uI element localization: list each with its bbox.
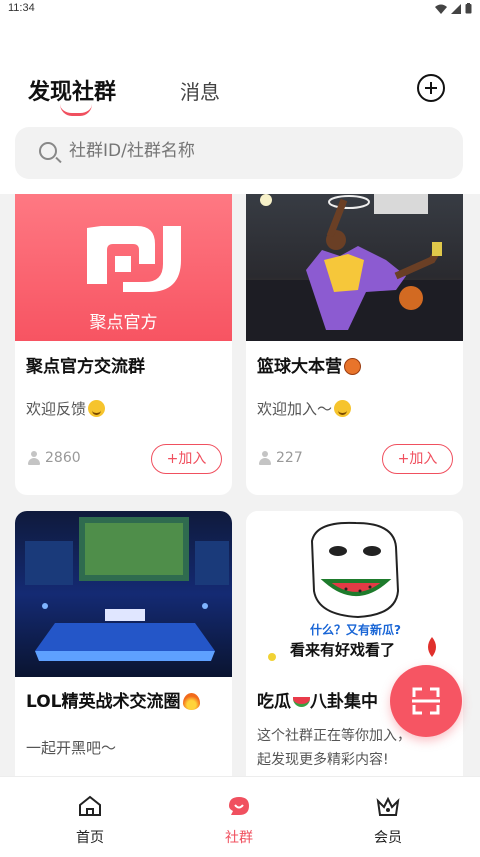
group-title: 聚点官方交流群: [26, 357, 145, 377]
group-desc-text: 欢迎加入～: [257, 400, 333, 418]
group-card-lol[interactable]: LOL精英战术交流圈 一起开黑吧～: [15, 511, 232, 776]
search-icon: [39, 142, 57, 160]
member-count: 227: [258, 450, 303, 466]
community-icon: [229, 797, 249, 815]
grinning-face-icon: [334, 400, 352, 417]
group-title-text: 篮球大本营: [257, 357, 342, 377]
nav-community-label: 社群: [225, 830, 253, 846]
status-bar: 11:34: [0, 0, 480, 22]
group-title: 篮球大本营: [257, 352, 361, 377]
scan-icon: [412, 687, 440, 715]
nav-community[interactable]: 社群: [209, 795, 269, 847]
meme-caption-line1: 什么？又有新瓜?: [310, 623, 401, 637]
nav-home-label: 首页: [76, 830, 104, 846]
status-icons: [435, 3, 472, 14]
crown-icon: [376, 796, 400, 816]
add-group-button[interactable]: [417, 74, 445, 102]
member-count-value: 2860: [45, 450, 81, 466]
basketball-icon: [344, 358, 361, 375]
group-cover-gossip: 什么？又有新瓜? 看来有好戏看了: [246, 511, 463, 677]
group-card-official[interactable]: 聚点官方 聚点官方交流群 欢迎反馈 2860 +加入: [15, 194, 232, 495]
watermelon-icon: [293, 697, 310, 707]
group-title: 吃瓜 八卦集中: [257, 687, 378, 712]
meme-caption-line2: 看来有好戏看了: [290, 641, 396, 659]
search-bar[interactable]: [15, 127, 463, 179]
group-cover-lol: [15, 511, 232, 677]
group-cover-official: 聚点官方: [15, 194, 232, 341]
basketball-player-image: [246, 194, 463, 341]
nav-membership-label: 会员: [374, 830, 402, 846]
battery-icon: [465, 3, 472, 14]
group-title-text: LOL精英战术交流圈: [26, 692, 181, 712]
group-desc: 一起开黑吧～: [26, 739, 117, 757]
join-button[interactable]: +加入: [151, 444, 222, 474]
signal-icon: [451, 3, 461, 14]
tab-messages[interactable]: 消息: [180, 76, 220, 105]
scan-button[interactable]: [390, 665, 462, 737]
home-icon: [79, 795, 101, 816]
group-desc-text: 欢迎反馈: [26, 400, 87, 418]
nav-home[interactable]: 首页: [60, 795, 120, 847]
group-title: LOL精英战术交流圈: [26, 687, 200, 712]
member-count: 2860: [27, 450, 81, 466]
status-time: 11:34: [8, 2, 35, 14]
group-card-basketball[interactable]: 篮球大本营 欢迎加入～ 227 +加入: [246, 194, 463, 495]
esports-arena-image: [25, 517, 229, 661]
group-cover-basketball: [246, 194, 463, 341]
tab-discover-groups[interactable]: 发现社群: [28, 74, 116, 106]
wifi-icon: [435, 4, 447, 14]
group-title-prefix: 吃瓜: [257, 692, 291, 712]
fire-icon: [182, 693, 200, 710]
member-count-value: 227: [276, 450, 303, 466]
smiling-face-with-halo-icon: [88, 400, 106, 417]
official-logo-text: 聚点官方: [89, 313, 158, 333]
group-desc: 欢迎反馈: [26, 398, 106, 419]
person-icon: [27, 451, 41, 465]
group-title-suffix: 八卦集中: [310, 692, 378, 712]
join-button[interactable]: +加入: [382, 444, 453, 474]
group-desc: 这个社群正在等你加入，: [257, 728, 411, 744]
group-desc: 欢迎加入～: [257, 398, 352, 419]
bottom-nav: 首页 社群 会员: [0, 776, 480, 857]
nav-membership[interactable]: 会员: [358, 795, 418, 847]
search-input[interactable]: [69, 141, 439, 161]
person-icon: [258, 451, 272, 465]
group-desc-line2: 起发现更多精彩内容!: [257, 752, 389, 768]
tab-active-indicator: [60, 104, 92, 116]
header: 发现社群 消息: [0, 22, 480, 122]
